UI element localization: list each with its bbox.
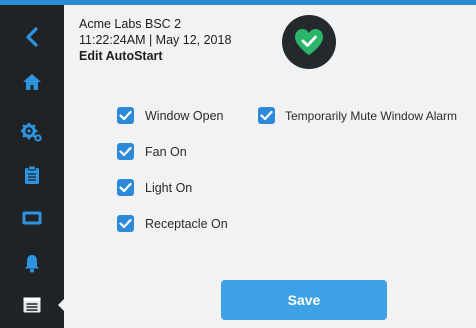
heart-check-icon bbox=[295, 29, 323, 55]
light-on-checkbox[interactable]: Light On bbox=[117, 179, 192, 196]
clipboard-icon bbox=[25, 165, 39, 184]
home-icon bbox=[23, 74, 41, 90]
checkbox-checked-icon[interactable] bbox=[117, 179, 134, 196]
sidebar-item-logs[interactable] bbox=[0, 290, 64, 320]
back-chevron-icon bbox=[26, 27, 38, 47]
list-icon bbox=[23, 297, 41, 313]
checkbox-checked-icon[interactable] bbox=[117, 143, 134, 160]
checkbox-checked-icon[interactable] bbox=[117, 215, 134, 232]
back-button[interactable] bbox=[0, 22, 64, 52]
light-on-label: Light On bbox=[145, 180, 193, 195]
checkbox-checked-icon[interactable] bbox=[117, 107, 134, 124]
header: Acme Labs BSC 2 11:22:24AM | May 12, 201… bbox=[79, 16, 231, 64]
display-icon bbox=[22, 211, 42, 225]
active-nav-pointer bbox=[58, 296, 67, 314]
window-open-label: Window Open bbox=[145, 108, 224, 123]
settings-gears-icon bbox=[21, 123, 42, 142]
device-name: Acme Labs BSC 2 bbox=[79, 17, 182, 31]
sidebar bbox=[0, 5, 67, 328]
sidebar-item-display[interactable] bbox=[0, 203, 64, 233]
mute-window-alarm-checkbox[interactable]: Temporarily Mute Window Alarm bbox=[258, 107, 457, 124]
page-title: Edit AutoStart bbox=[79, 49, 163, 63]
mute-window-alarm-label: Temporarily Mute Window Alarm bbox=[285, 108, 458, 123]
sidebar-item-alarms[interactable] bbox=[0, 248, 64, 278]
sidebar-item-settings[interactable] bbox=[0, 118, 64, 148]
receptacle-on-checkbox[interactable]: Receptacle On bbox=[117, 215, 228, 232]
datetime: 11:22:24AM | May 12, 2018 bbox=[79, 33, 232, 47]
status-badge bbox=[282, 15, 336, 69]
sidebar-item-home[interactable] bbox=[0, 67, 64, 97]
sidebar-item-tasks[interactable] bbox=[0, 160, 64, 190]
checkbox-checked-icon[interactable] bbox=[258, 107, 275, 124]
fan-on-checkbox[interactable]: Fan On bbox=[117, 143, 187, 160]
top-accent-bar bbox=[0, 0, 476, 5]
bell-icon bbox=[25, 254, 39, 273]
window-open-checkbox[interactable]: Window Open bbox=[117, 107, 224, 124]
fan-on-label: Fan On bbox=[145, 144, 187, 159]
receptacle-on-label: Receptacle On bbox=[145, 216, 228, 231]
save-button[interactable]: Save bbox=[221, 280, 387, 320]
